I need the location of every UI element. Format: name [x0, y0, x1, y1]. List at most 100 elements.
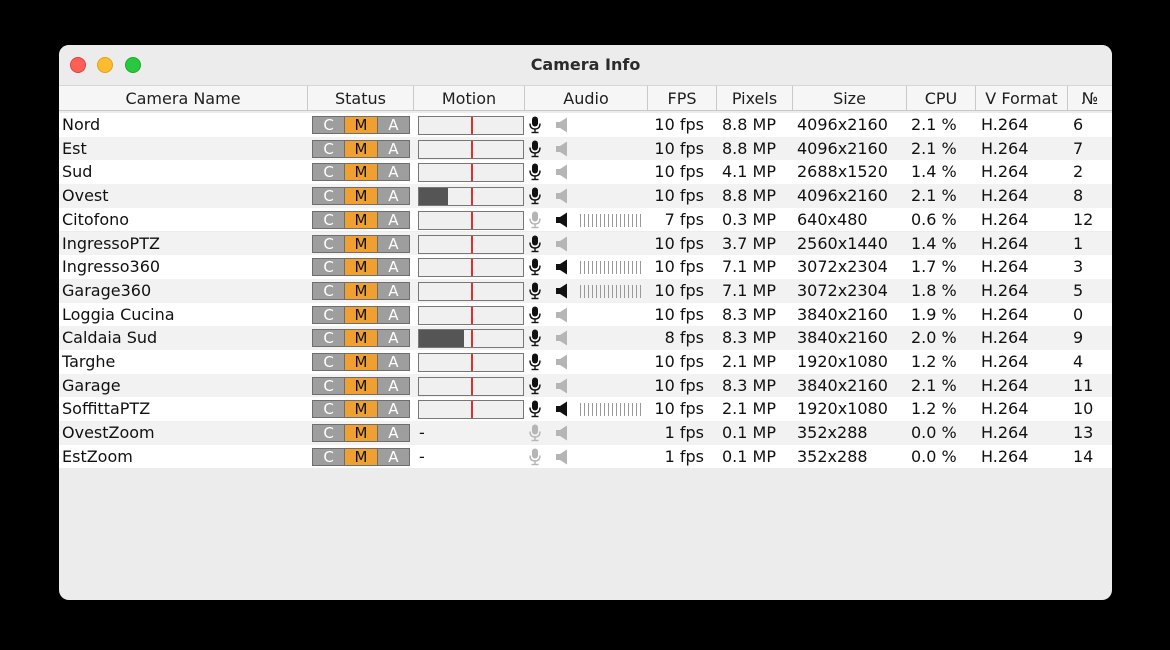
- microphone-icon[interactable]: [528, 282, 542, 300]
- table-row[interactable]: IngressoPTZ C M A 10 fps 3.7 MP 2560x1440 1.4 %…: [59, 231, 1112, 256]
- status-continuous-button[interactable]: C: [313, 377, 346, 394]
- status-motion-button[interactable]: M: [345, 282, 378, 299]
- motion-threshold-marker[interactable]: [471, 401, 473, 419]
- motion-threshold-marker[interactable]: [471, 140, 473, 158]
- microphone-icon[interactable]: [528, 140, 542, 158]
- speaker-icon[interactable]: [555, 330, 569, 346]
- col-header-vformat[interactable]: V Format: [976, 86, 1068, 111]
- status-motion-button[interactable]: M: [345, 235, 378, 252]
- status-alert-button[interactable]: A: [377, 117, 409, 133]
- status-alert-button[interactable]: A: [377, 377, 409, 394]
- status-motion-button[interactable]: M: [345, 211, 378, 228]
- status-continuous-button[interactable]: C: [313, 259, 346, 276]
- status-motion-button[interactable]: M: [345, 377, 378, 394]
- speaker-icon[interactable]: [555, 117, 569, 133]
- speaker-icon[interactable]: [555, 188, 569, 204]
- status-motion-button[interactable]: M: [345, 117, 378, 133]
- status-continuous-button[interactable]: C: [313, 164, 346, 181]
- table-row[interactable]: SoffittaPTZ C M A 10 fps 2.1 MP 1920x1080 1.2 %…: [59, 397, 1112, 422]
- col-header-number[interactable]: №: [1068, 86, 1112, 111]
- status-continuous-button[interactable]: C: [313, 188, 346, 205]
- col-header-size[interactable]: Size: [793, 86, 907, 111]
- status-motion-button[interactable]: M: [345, 188, 378, 205]
- status-motion-button[interactable]: M: [345, 448, 378, 465]
- speaker-icon[interactable]: [555, 212, 569, 228]
- microphone-icon[interactable]: [528, 448, 542, 466]
- speaker-icon[interactable]: [555, 354, 569, 370]
- status-alert-button[interactable]: A: [377, 235, 409, 252]
- microphone-icon[interactable]: [528, 306, 542, 324]
- speaker-icon[interactable]: [555, 425, 569, 441]
- col-header-camera-name[interactable]: Camera Name: [59, 86, 308, 111]
- motion-threshold-marker[interactable]: [471, 282, 473, 300]
- status-continuous-button[interactable]: C: [313, 140, 346, 157]
- table-row[interactable]: Targhe C M A 10 fps 2.1 MP 1920x1080 1.2 % H.264…: [59, 350, 1112, 374]
- table-row[interactable]: Citofono C M A 7 fps 0.3 MP 640x480 0.6 % H.264 1…: [59, 207, 1112, 232]
- status-alert-button[interactable]: A: [377, 354, 409, 370]
- motion-threshold-marker[interactable]: [471, 330, 473, 348]
- microphone-icon[interactable]: [528, 235, 542, 253]
- col-header-cpu[interactable]: CPU: [907, 86, 976, 111]
- status-alert-button[interactable]: A: [377, 330, 409, 347]
- status-continuous-button[interactable]: C: [313, 282, 346, 299]
- status-alert-button[interactable]: A: [377, 448, 409, 465]
- col-header-motion[interactable]: Motion: [414, 86, 525, 111]
- status-alert-button[interactable]: A: [377, 425, 409, 442]
- status-continuous-button[interactable]: C: [313, 448, 346, 465]
- status-motion-button[interactable]: M: [345, 354, 378, 370]
- status-motion-button[interactable]: M: [345, 425, 378, 442]
- table-row[interactable]: Ovest C M A 10 fps 8.8 MP 4096x2160 2.1 % H.264 8: [59, 184, 1112, 208]
- microphone-icon[interactable]: [528, 211, 542, 229]
- status-alert-button[interactable]: A: [377, 140, 409, 157]
- status-motion-button[interactable]: M: [345, 164, 378, 181]
- speaker-icon[interactable]: [555, 401, 569, 417]
- motion-threshold-marker[interactable]: [471, 377, 473, 395]
- table-row[interactable]: Sud C M A 10 fps 4.1 MP 2688x1520 1.4 % H.264 2: [59, 160, 1112, 185]
- motion-threshold-marker[interactable]: [471, 188, 473, 206]
- microphone-icon[interactable]: [528, 258, 542, 276]
- speaker-icon[interactable]: [555, 283, 569, 299]
- microphone-icon[interactable]: [528, 163, 542, 181]
- motion-threshold-marker[interactable]: [471, 235, 473, 253]
- status-motion-button[interactable]: M: [345, 259, 378, 276]
- table-row[interactable]: Caldaia Sud C M A 8 fps 8.3 MP 3840x2160 2.0 % H…: [59, 326, 1112, 350]
- status-alert-button[interactable]: A: [377, 164, 409, 181]
- speaker-icon[interactable]: [555, 307, 569, 323]
- microphone-icon[interactable]: [528, 329, 542, 347]
- microphone-icon[interactable]: [528, 187, 542, 205]
- speaker-icon[interactable]: [555, 259, 569, 275]
- table-row[interactable]: Garage C M A 10 fps 8.3 MP 3840x2160 2.1 % H.264…: [59, 373, 1112, 398]
- motion-threshold-marker[interactable]: [471, 354, 473, 371]
- speaker-icon[interactable]: [555, 236, 569, 252]
- status-continuous-button[interactable]: C: [313, 117, 346, 133]
- table-row[interactable]: Est C M A 10 fps 8.8 MP 4096x2160 2.1 % H.264 7: [59, 136, 1112, 161]
- table-row[interactable]: Loggia Cucina C M A 10 fps 8.3 MP 3840x2160 1.9…: [59, 302, 1112, 327]
- motion-threshold-marker[interactable]: [471, 211, 473, 229]
- table-row[interactable]: Ingresso360 C M A 10 fps 7.1 MP 3072x2304 1.7 %…: [59, 255, 1112, 279]
- status-alert-button[interactable]: A: [377, 282, 409, 299]
- speaker-icon[interactable]: [555, 449, 569, 465]
- col-header-fps[interactable]: FPS: [648, 86, 717, 111]
- table-row[interactable]: EstZoom C M A - 1 fps 0.1 MP 352x288 0.0 % H.264 1…: [59, 444, 1112, 469]
- col-header-audio[interactable]: Audio: [525, 86, 648, 111]
- motion-threshold-marker[interactable]: [471, 306, 473, 324]
- status-continuous-button[interactable]: C: [313, 401, 346, 418]
- status-alert-button[interactable]: A: [377, 211, 409, 228]
- col-header-status[interactable]: Status: [308, 86, 414, 111]
- speaker-icon[interactable]: [555, 378, 569, 394]
- status-motion-button[interactable]: M: [345, 401, 378, 418]
- status-alert-button[interactable]: A: [377, 188, 409, 205]
- table-row[interactable]: OvestZoom C M A - 1 fps 0.1 MP 352x288 0.0 % H.26…: [59, 421, 1112, 445]
- motion-threshold-marker[interactable]: [471, 117, 473, 134]
- status-continuous-button[interactable]: C: [313, 425, 346, 442]
- col-header-pixels[interactable]: Pixels: [717, 86, 793, 111]
- table-row[interactable]: Nord C M A 10 fps 8.8 MP 4096x2160 2.1 % H.264 6: [59, 113, 1112, 137]
- microphone-icon[interactable]: [528, 400, 542, 418]
- status-motion-button[interactable]: M: [345, 140, 378, 157]
- motion-threshold-marker[interactable]: [471, 164, 473, 182]
- status-continuous-button[interactable]: C: [313, 211, 346, 228]
- status-alert-button[interactable]: A: [377, 259, 409, 276]
- microphone-icon[interactable]: [528, 353, 542, 371]
- status-continuous-button[interactable]: C: [313, 235, 346, 252]
- microphone-icon[interactable]: [528, 116, 542, 134]
